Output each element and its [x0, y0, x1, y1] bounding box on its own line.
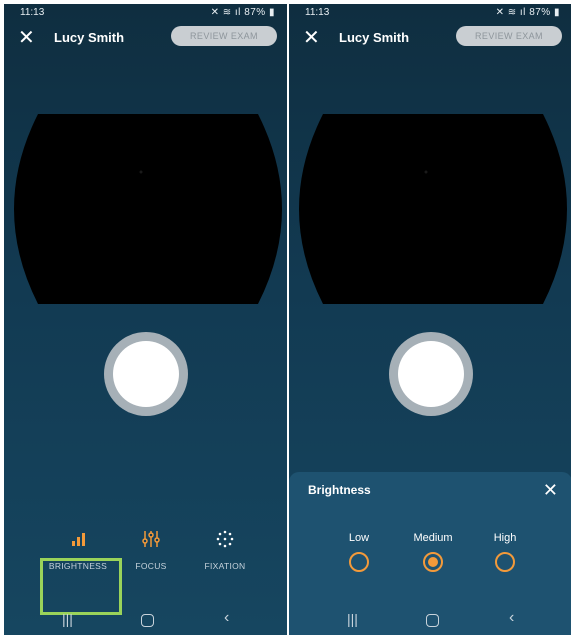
mute-icon: ✕: [495, 7, 505, 18]
capture-button[interactable]: [389, 332, 473, 416]
sheet-title: Brightness: [308, 483, 371, 497]
focus-tool[interactable]: FOCUS: [111, 529, 191, 571]
recents-button[interactable]: |||: [347, 611, 358, 627]
signal-icon: ıl: [234, 7, 241, 18]
exam-header: ✕ Lucy Smith REVIEW EXAM: [4, 24, 287, 58]
system-nav-bar: ||| ‹: [4, 605, 287, 635]
brightness-option-medium[interactable]: Medium: [403, 532, 463, 577]
fixation-label: FIXATION: [204, 561, 246, 571]
status-icons: ✕ ≋ ıl 87% ▮: [211, 7, 275, 18]
review-exam-button[interactable]: REVIEW EXAM: [171, 26, 277, 46]
status-time: 11:13: [20, 7, 45, 18]
focus-label: FOCUS: [135, 561, 167, 571]
capture-button-inner: [113, 341, 179, 407]
brightness-bars-icon: [38, 529, 118, 551]
battery-level: 87%: [244, 7, 266, 18]
radio-selected-dot: [428, 557, 438, 567]
battery-icon: ▮: [553, 7, 560, 18]
left-phone-screen: 11:13 ✕ ≋ ıl 87% ▮ ✕ Lucy Smith REVIEW E…: [4, 4, 287, 635]
brightness-option-low[interactable]: Low: [329, 532, 389, 577]
back-button[interactable]: ‹: [509, 609, 514, 627]
fixation-dots-icon: [185, 529, 265, 551]
status-bar: 11:13 ✕ ≋ ıl 87% ▮: [4, 4, 287, 22]
review-exam-button[interactable]: REVIEW EXAM: [456, 26, 562, 46]
status-time: 11:13: [305, 7, 330, 18]
home-button[interactable]: [426, 614, 439, 627]
right-phone-screen: 11:13 ✕ ≋ ıl 87% ▮ ✕ Lucy Smith REVIEW E…: [289, 4, 571, 635]
mute-icon: ✕: [210, 7, 220, 18]
option-label-low: Low: [348, 532, 370, 544]
wifi-icon: ≋: [222, 7, 232, 18]
option-label-medium: Medium: [413, 532, 453, 544]
radio-high[interactable]: [495, 552, 515, 572]
signal-icon: ıl: [519, 7, 526, 18]
status-icons: ✕ ≋ ıl 87% ▮: [496, 7, 560, 18]
patient-name: Lucy Smith: [54, 30, 125, 45]
fixation-tool[interactable]: FIXATION: [185, 529, 265, 571]
focus-sliders-icon: [111, 529, 191, 551]
camera-view: [299, 114, 567, 304]
close-button[interactable]: ✕: [18, 26, 35, 50]
close-button[interactable]: ✕: [303, 26, 320, 50]
battery-level: 87%: [529, 7, 551, 18]
back-button[interactable]: ‹: [224, 609, 229, 627]
capture-button[interactable]: [104, 332, 188, 416]
system-nav-bar: ||| ‹: [289, 605, 571, 635]
radio-low[interactable]: [349, 552, 369, 572]
brightness-sheet: Brightness ✕ Low Medium High ||| ‹: [289, 472, 571, 635]
radio-medium[interactable]: [423, 552, 443, 572]
capture-button-inner: [398, 341, 464, 407]
patient-name: Lucy Smith: [339, 30, 410, 45]
sheet-close-button[interactable]: ✕: [543, 480, 558, 501]
camera-view: [14, 114, 282, 304]
status-bar: 11:13 ✕ ≋ ıl 87% ▮: [289, 4, 571, 22]
wifi-icon: ≋: [507, 7, 517, 18]
battery-icon: ▮: [268, 7, 275, 18]
option-label-high: High: [493, 532, 517, 544]
brightness-option-high[interactable]: High: [475, 532, 535, 577]
exam-header: ✕ Lucy Smith REVIEW EXAM: [289, 24, 571, 58]
recents-button[interactable]: |||: [62, 611, 73, 627]
home-button[interactable]: [141, 614, 154, 627]
